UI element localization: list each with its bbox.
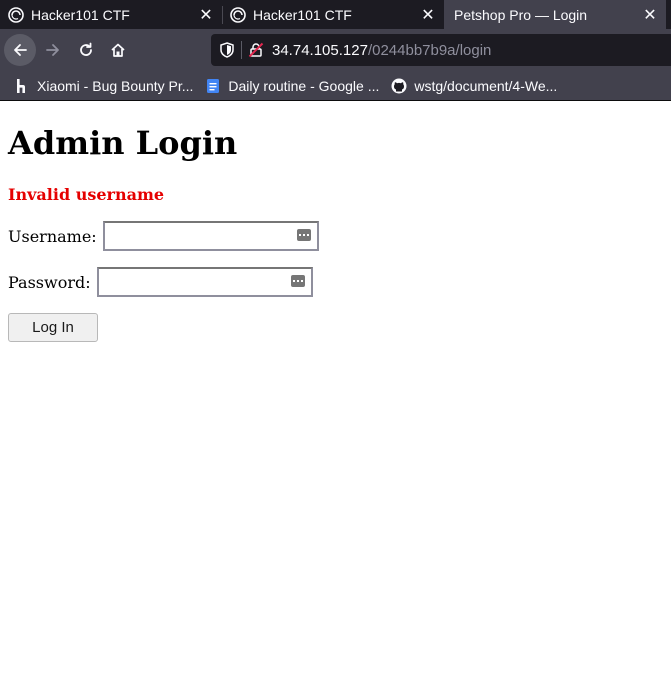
navigation-toolbar: 34.74.105.127/0244bb7b9a/login — [0, 29, 671, 71]
forward-button[interactable] — [37, 34, 69, 66]
tab-petshop-login[interactable]: Petshop Pro — Login ✕ — [444, 0, 666, 29]
password-input[interactable] — [96, 267, 313, 297]
close-icon[interactable]: ✕ — [196, 5, 216, 25]
page-content: Admin Login Invalid username Username: P… — [0, 101, 671, 350]
tab-strip: Hacker101 CTF ✕ Hacker101 CTF ✕ Petshop … — [0, 0, 671, 29]
tab-title: Petshop Pro — Login — [454, 6, 588, 23]
google-docs-icon — [205, 78, 221, 94]
close-icon[interactable]: ✕ — [418, 5, 438, 25]
url-host: 34.74.105.127 — [272, 41, 368, 59]
username-input[interactable] — [102, 221, 319, 251]
insecure-lock-icon[interactable] — [248, 42, 264, 58]
password-manager-icon[interactable] — [290, 275, 305, 287]
reload-button[interactable] — [70, 34, 102, 66]
reload-icon — [80, 42, 92, 56]
bookmark-label: Daily routine - Google ... — [228, 77, 380, 94]
bookmark-wstg[interactable]: wstg/document/4-We... — [385, 74, 563, 98]
close-icon[interactable]: ✕ — [640, 5, 660, 25]
home-button[interactable] — [102, 34, 134, 66]
hacker101-icon — [230, 6, 246, 23]
divider — [241, 41, 242, 59]
login-button[interactable]: Log In — [8, 313, 98, 342]
username-label: Username: — [8, 226, 97, 246]
password-row: Password: — [8, 267, 663, 297]
username-row: Username: — [8, 221, 663, 251]
shield-icon[interactable] — [219, 42, 235, 58]
tab-hacker101-1[interactable]: Hacker101 CTF ✕ — [0, 0, 222, 29]
github-icon — [391, 78, 407, 94]
arrow-right-icon — [46, 44, 59, 56]
bookmarks-toolbar: Xiaomi - Bug Bounty Pr... Daily routine … — [0, 71, 671, 101]
page-title: Admin Login — [8, 124, 238, 162]
password-manager-icon[interactable] — [296, 229, 311, 241]
bookmark-xiaomi[interactable]: Xiaomi - Bug Bounty Pr... — [8, 74, 199, 98]
arrow-left-icon — [14, 44, 27, 56]
bookmark-label: wstg/document/4-We... — [414, 77, 558, 94]
url-path: /0244bb7b9a/login — [367, 41, 492, 59]
bookmark-daily-routine[interactable]: Daily routine - Google ... — [199, 74, 385, 98]
hacker101-icon — [8, 6, 24, 23]
error-message: Invalid username — [8, 185, 165, 204]
url-text[interactable]: 34.74.105.127/0244bb7b9a/login — [272, 42, 491, 59]
tab-title: Hacker101 CTF — [253, 6, 352, 23]
password-label: Password: — [8, 272, 91, 292]
address-bar[interactable]: 34.74.105.127/0244bb7b9a/login — [211, 34, 671, 66]
back-button[interactable] — [4, 34, 36, 66]
bookmark-label: Xiaomi - Bug Bounty Pr... — [37, 77, 194, 94]
hackerone-icon — [14, 78, 30, 94]
home-icon — [111, 43, 125, 57]
tab-title: Hacker101 CTF — [31, 6, 130, 23]
tab-hacker101-2[interactable]: Hacker101 CTF ✕ — [222, 0, 444, 29]
